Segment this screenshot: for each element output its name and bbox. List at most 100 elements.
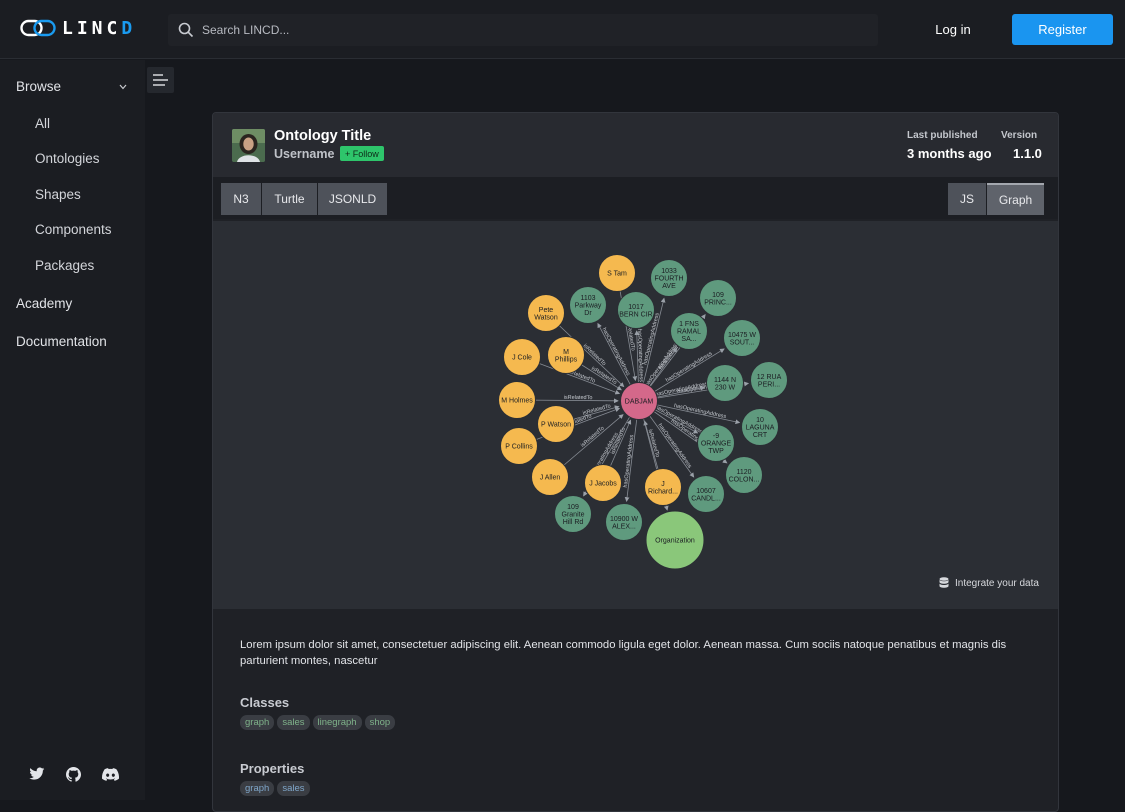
node-label: SOUT... <box>730 339 755 346</box>
follow-button[interactable]: + Follow <box>340 146 384 161</box>
search-bar[interactable] <box>168 14 878 46</box>
node-label: PERI... <box>758 381 780 388</box>
last-published-label: Last published <box>907 130 978 141</box>
node-label: SA... <box>681 336 696 343</box>
top-bar: LINCD Log in Register <box>0 0 1125 59</box>
node-label: 1103 <box>580 295 595 302</box>
node-label: PRINC... <box>704 299 732 306</box>
edge-label: hasOperatingAddress <box>623 434 636 488</box>
version-value: 1.1.0 <box>1013 146 1042 161</box>
class-tag[interactable]: graph <box>240 715 275 730</box>
node-label: Parkway <box>575 303 602 310</box>
node-label: J Cole <box>512 355 532 362</box>
discord-icon[interactable] <box>101 766 119 782</box>
sidebar: Browse All Ontologies Shapes Components … <box>0 60 145 800</box>
classes-tags: graph sales linegraph shop <box>240 715 396 730</box>
edge-label: isRelatedTo <box>582 343 607 367</box>
node-label: Granite <box>562 512 585 519</box>
property-tag[interactable]: sales <box>277 781 310 796</box>
node-label: 109 <box>712 292 724 299</box>
node-label: M <box>563 349 569 356</box>
sidebar-item-academy[interactable]: Academy <box>16 296 72 311</box>
description-text: Lorem ipsum dolor sit amet, consectetuer… <box>240 639 1007 667</box>
node-label: COLON... <box>729 476 760 483</box>
chain-link-icon <box>20 19 56 37</box>
ontology-card: Ontology Title Username + Follow Last pu… <box>212 112 1059 812</box>
sidebar-item-components[interactable]: Components <box>35 222 112 237</box>
twitter-icon[interactable] <box>28 766 46 782</box>
node-label: 230 W <box>715 384 736 391</box>
node-label: CANDL... <box>691 495 721 502</box>
last-published-value: 3 months ago <box>907 146 992 161</box>
node-label: P Collins <box>505 444 533 451</box>
edge-label: isRelatedTo <box>580 425 606 448</box>
node-label: J Jacobs <box>589 481 617 488</box>
node-label: S Tam <box>607 271 627 278</box>
sidebar-item-all[interactable]: All <box>35 116 50 131</box>
integrate-data-link[interactable]: Integrate your data <box>939 577 1039 589</box>
card-header: Ontology Title Username + Follow Last pu… <box>213 113 1058 177</box>
node-label: Hill Rd <box>563 519 584 526</box>
node-label: CRT <box>753 432 768 439</box>
tab-jsonld[interactable]: JSONLD <box>318 183 387 215</box>
ontology-graph[interactable]: isRelatedTo isRelatedTo isRelatedTo isRelat… <box>213 221 1059 609</box>
node-label: Phillips <box>555 356 578 363</box>
username-link[interactable]: Username <box>274 147 334 161</box>
node-label: 10900 W <box>610 516 638 523</box>
sidebar-item-shapes[interactable]: Shapes <box>35 187 81 202</box>
node-label: TWP <box>708 448 724 455</box>
node-label: M Holmes <box>501 398 533 405</box>
node-label: J <box>661 481 665 488</box>
logo-text: LINCD <box>62 17 137 39</box>
tab-n3[interactable]: N3 <box>221 183 261 215</box>
edge-label: isRelatedTo <box>564 395 593 401</box>
node-label: Pete <box>539 307 554 314</box>
properties-tags: graph sales <box>240 781 310 796</box>
database-icon <box>939 577 949 588</box>
node-label: LAGUNA <box>746 425 775 432</box>
login-button[interactable]: Log in <box>906 14 1000 44</box>
avatar[interactable] <box>232 129 265 162</box>
class-tag[interactable]: shop <box>364 715 396 730</box>
class-tag[interactable]: linegraph <box>312 715 362 730</box>
search-input[interactable] <box>202 23 802 37</box>
properties-title: Properties <box>240 761 305 776</box>
edge-label: hasOperatingAddress <box>636 329 644 383</box>
node-label: 1033 <box>661 268 677 275</box>
node-label: 1144 N <box>714 377 736 384</box>
node-label: 10475 W <box>728 332 756 339</box>
node-label: 1017 <box>628 304 644 311</box>
graph-view[interactable]: isRelatedTo isRelatedTo isRelatedTo isRelat… <box>213 221 1059 609</box>
ontology-title: Ontology Title <box>274 128 372 144</box>
sidebar-item-browse[interactable]: Browse <box>16 79 61 94</box>
node-label: 1 FNS <box>679 321 699 328</box>
node-label: J Allen <box>540 475 561 482</box>
version-label: Version <box>1001 130 1038 141</box>
sidebar-item-documentation[interactable]: Documentation <box>16 334 107 349</box>
github-icon[interactable] <box>64 766 82 782</box>
sidebar-toggle-button[interactable] <box>147 67 174 93</box>
node-label: AVE <box>662 283 676 290</box>
tab-js[interactable]: JS <box>948 183 986 215</box>
tab-turtle[interactable]: Turtle <box>262 183 317 215</box>
node-label: DABJAM <box>625 399 654 406</box>
sidebar-item-ontologies[interactable]: Ontologies <box>35 151 100 166</box>
node-label: 1120 <box>736 469 751 476</box>
search-icon <box>178 22 194 38</box>
node-label: ORANGE <box>701 441 732 448</box>
tabs-bar: N3 Turtle JSONLD JS Graph <box>213 177 1058 219</box>
edge-label: isRelatedTo <box>647 429 661 458</box>
property-tag[interactable]: graph <box>240 781 275 796</box>
node-label: -9 <box>713 433 719 440</box>
lincd-logo[interactable]: LINCD <box>20 17 136 39</box>
chevron-down-icon[interactable] <box>119 82 127 93</box>
node-label: 10 <box>756 417 764 424</box>
node-label: BERN CIR <box>619 311 652 318</box>
node-label: 12 RUA <box>757 374 782 381</box>
tab-graph[interactable]: Graph <box>987 183 1044 215</box>
node-label: FOURTH <box>654 276 683 283</box>
class-tag[interactable]: sales <box>277 715 310 730</box>
sidebar-item-packages[interactable]: Packages <box>35 258 94 273</box>
register-button[interactable]: Register <box>1012 14 1113 45</box>
node-label: 10607 <box>696 488 716 495</box>
